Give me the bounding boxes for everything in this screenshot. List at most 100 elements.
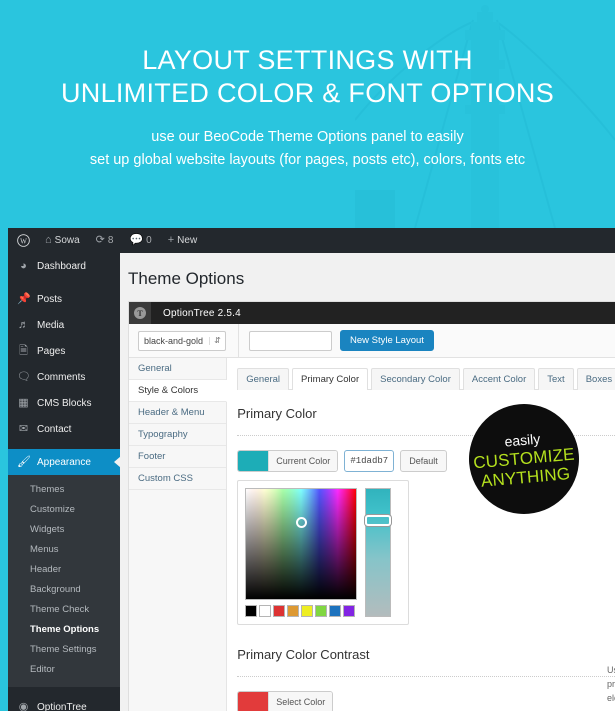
sidebar-item-media[interactable]: ♬ Media — [8, 312, 120, 338]
optiontree-toolbar: black-and-gold ⇵ New Style Layout — [129, 323, 615, 358]
submenu-item-theme-settings[interactable]: Theme Settings — [8, 640, 120, 660]
hero-title-line1: LAYOUT SETTINGS WITH — [142, 45, 473, 75]
submenu-item-themes[interactable]: Themes — [8, 480, 120, 500]
hero-banner: LAYOUT SETTINGS WITH UNLIMITED COLOR & F… — [0, 0, 615, 228]
plus-icon: + — [167, 234, 175, 246]
sidebar-item-optiontree[interactable]: ◉ OptionTree — [8, 694, 120, 711]
preset-swatch-2[interactable] — [273, 605, 286, 617]
submenu-item-menus[interactable]: Menus — [8, 540, 120, 560]
sidebar-item-comments[interactable]: 🗨 Comments — [8, 364, 120, 390]
updates-icon: ⟳ — [95, 234, 105, 246]
page-icon: 🗎 — [19, 344, 28, 357]
current-color-chip — [238, 451, 269, 471]
submenu-item-customize[interactable]: Customize — [8, 500, 120, 520]
hue-slider[interactable] — [365, 488, 392, 617]
media-icon: ♬ — [18, 318, 29, 331]
submenu-item-theme-options[interactable]: Theme Options — [8, 620, 120, 640]
sidebar-item-posts[interactable]: 📌 Posts — [8, 286, 120, 312]
left-accent-strip — [0, 228, 8, 711]
contrast-description: Used for con primary colo elements wh — [607, 663, 615, 705]
preset-swatch-6[interactable] — [329, 605, 342, 617]
site-name-label: Sowa — [54, 235, 80, 246]
sidebar-item-contact[interactable]: ✉ Contact — [8, 416, 120, 442]
admin-bar-site-name[interactable]: ⌂ Sowa — [37, 228, 88, 253]
updates-count: 8 — [107, 235, 114, 246]
tab-accent-color[interactable]: Accent Color — [462, 368, 536, 390]
sidebar-item-pages[interactable]: 🗎 Pages — [8, 338, 120, 364]
submenu-item-widgets[interactable]: Widgets — [8, 520, 120, 540]
preset-swatches — [245, 605, 357, 617]
saturation-value-area[interactable] — [245, 488, 358, 600]
tab-boxes[interactable]: Boxes — [576, 368, 615, 390]
optiontree-version-title: OptionTree 2.5.4 — [163, 307, 241, 319]
sidebar-item-dashboard[interactable]: ◕ Dashboard — [8, 253, 120, 279]
preset-swatch-4[interactable] — [301, 605, 314, 617]
sidebar-item-label: Comments — [37, 371, 86, 383]
preset-swatch-7[interactable] — [343, 605, 356, 617]
saturation-value-column — [245, 488, 358, 617]
submenu-item-theme-check[interactable]: Theme Check — [8, 600, 120, 620]
wp-admin-bar: W ⌂ Sowa ⟳ 8 💬 0 + New — [8, 228, 615, 253]
optiontree-logo-icon: T — [129, 302, 151, 324]
hex-value-input[interactable]: #1dadb7 — [344, 450, 395, 472]
optiontree-main-pane: General Primary Color Secondary Color Ac… — [227, 358, 615, 711]
layout-select[interactable]: black-and-gold ⇵ — [138, 330, 226, 351]
optiontree-icon: ◉ — [18, 700, 29, 711]
new-layout-input[interactable] — [249, 330, 332, 351]
new-label: New — [177, 235, 198, 246]
screenshot-root: LAYOUT SETTINGS WITH UNLIMITED COLOR & F… — [0, 0, 615, 711]
chevron-updown-icon: ⇵ — [209, 336, 225, 345]
sidebar-item-cms-blocks[interactable]: ▦ CMS Blocks — [8, 390, 120, 416]
contrast-description-line3: elements wh — [607, 693, 615, 703]
sidebar-item-label: OptionTree — [37, 701, 87, 711]
new-style-layout-button[interactable]: New Style Layout — [340, 330, 434, 351]
select-color-button[interactable]: Select Color — [237, 691, 334, 711]
submenu-item-editor[interactable]: Editor — [8, 660, 120, 680]
admin-bar-comments[interactable]: 💬 0 — [121, 228, 159, 253]
dashboard-icon: ◕ — [20, 259, 27, 272]
sidebar-item-label: Dashboard — [37, 260, 86, 272]
contrast-description-line2: primary colo — [607, 679, 615, 689]
brush-icon: 🖌 — [17, 455, 31, 468]
hero-subtitle-line1: use our BeoCode Theme Options panel to e… — [151, 129, 464, 145]
current-color-button[interactable]: Current Color — [237, 450, 339, 472]
layout-select-wrapper: black-and-gold ⇵ — [129, 323, 239, 358]
submenu-item-background[interactable]: Background — [8, 580, 120, 600]
hue-slider-handle[interactable] — [365, 515, 392, 526]
primary-color-contrast-title: Primary Color Contrast — [237, 647, 370, 662]
preset-swatch-5[interactable] — [315, 605, 328, 617]
layout-select-value: black-and-gold — [144, 335, 204, 346]
admin-bar-updates[interactable]: ⟳ 8 — [88, 228, 122, 253]
default-color-button[interactable]: Default — [400, 450, 447, 472]
optiontree-panel-header: T OptionTree 2.5.4 — [129, 302, 615, 324]
preset-swatch-0[interactable] — [245, 605, 258, 617]
sidebar-item-label: Contact — [37, 423, 72, 435]
tab-secondary-color[interactable]: Secondary Color — [371, 368, 460, 390]
color-picker-cursor[interactable] — [296, 517, 308, 528]
color-picker — [237, 480, 410, 625]
nav-item-style-and-colors[interactable]: Style & Colors — [129, 380, 228, 402]
contrast-description-line1: Used for con — [607, 665, 615, 675]
svg-text:W: W — [20, 237, 27, 245]
nav-item-custom-css[interactable]: Custom CSS — [129, 468, 227, 490]
nav-item-general[interactable]: General — [129, 358, 227, 380]
nav-item-typography[interactable]: Typography — [129, 424, 227, 446]
submenu-item-header[interactable]: Header — [8, 560, 120, 580]
blocks-icon: ▦ — [18, 396, 29, 409]
tab-text[interactable]: Text — [538, 368, 574, 390]
nav-item-header-and-menu[interactable]: Header & Menu — [129, 402, 227, 424]
comment-bubble-icon: 💬 — [129, 234, 144, 246]
wordpress-logo-icon[interactable]: W — [8, 228, 37, 253]
contrast-color-controls: Select Color — [237, 691, 615, 711]
section-divider-2 — [237, 676, 615, 677]
nav-item-footer[interactable]: Footer — [129, 446, 227, 468]
tab-primary-color[interactable]: Primary Color — [292, 368, 369, 390]
tab-general[interactable]: General — [237, 368, 290, 390]
current-color-label: Current Color — [268, 451, 338, 471]
admin-bar-new[interactable]: + New — [160, 228, 205, 253]
preset-swatch-1[interactable] — [259, 605, 272, 617]
preset-swatch-3[interactable] — [287, 605, 300, 617]
hue-column — [365, 488, 392, 617]
sidebar-item-appearance[interactable]: 🖌 Appearance — [8, 449, 120, 475]
pin-icon: 📌 — [17, 292, 31, 305]
